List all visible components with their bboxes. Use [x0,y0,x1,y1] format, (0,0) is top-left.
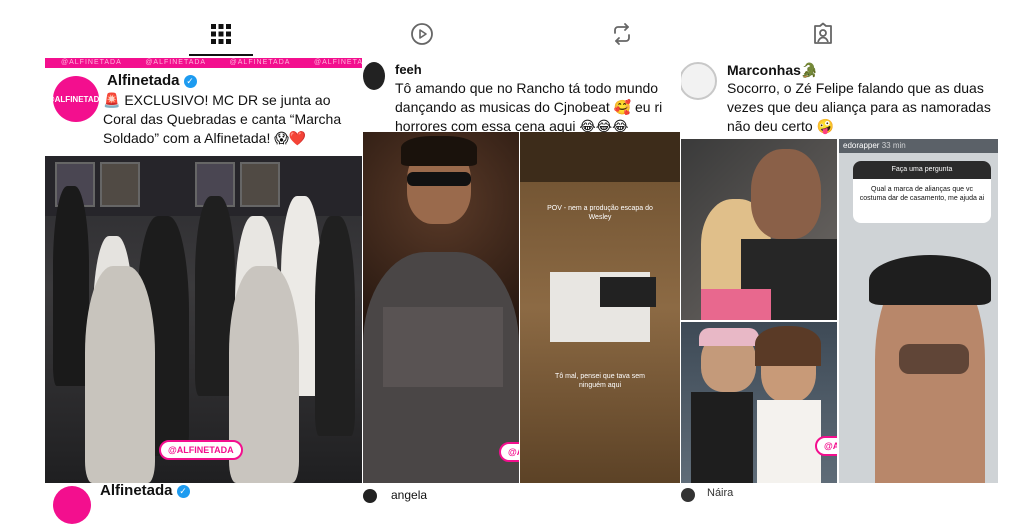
avatar [363,62,385,90]
tab-tagged[interactable] [803,14,843,54]
post-photo-right: POV - nem a produção escapa do Wesley Tô… [520,132,680,483]
post-tile[interactable]: @ALFINETADA @ALFINETADA @ALFINETADA @ALF… [45,58,362,483]
tagged-icon [814,22,832,44]
video-caption-bottom: Tô mal, pensei que tava sem ninguém aqui [555,373,645,389]
play-icon [411,23,433,45]
post-tile[interactable]: Alfinetada ✓ [45,482,362,524]
post-tile[interactable]: Marconhas🐊 Socorro, o Zé Felipe falando … [681,58,998,483]
grid-icon [211,24,231,44]
post-text: Tô amando que no Rancho tá todo mundo da… [395,80,663,134]
post-photo-bottom-left: @ALFINETADA [681,322,837,483]
post-photo-left: @ALFINETADA [363,132,519,483]
avatar [53,486,91,524]
avatar [363,489,377,503]
tab-reels[interactable] [402,14,442,54]
post-tile[interactable]: Náira [681,483,998,502]
post-handle: angela [391,488,428,502]
post-grid: @ALFINETADA @ALFINETADA @ALFINETADA @ALF… [0,58,1024,498]
watermark-badge: @ALFINETADA [159,440,243,460]
video-caption-top: POV - nem a produção escapa do Wesley [547,205,653,221]
post-tile[interactable]: feeh Tô amando que no Rancho tá todo mun… [363,58,680,483]
post-handle: Alfinetada ✓ [107,72,197,89]
post-tile[interactable]: angela [363,483,680,503]
profile-tabs [0,0,1024,58]
avatar: @ALFINETADA [47,76,105,122]
watermark-badge: @ALFINETADA [815,436,837,456]
watermark-strip: @ALFINETADA @ALFINETADA @ALFINETADA @ALF… [45,58,362,68]
avatar [681,488,695,502]
post-handle: Marconhas🐊 [727,62,819,78]
post-handle: feeh [395,62,422,77]
watermark-badge: @ALFINETADA [499,442,519,462]
story-header: edorapper 33 min [839,139,998,153]
repost-icon [614,23,630,45]
verified-badge-icon: ✓ [183,74,197,88]
tab-reposts[interactable] [602,14,642,54]
post-text: 🚨 EXCLUSIVO! MC DR se junta ao Coral das… [103,92,342,146]
post-photo-top-left [681,139,837,320]
post-handle: Alfinetada ✓ [100,482,190,499]
verified-badge-icon: ✓ [176,484,190,498]
post-photo: @ALFINETADA [45,156,362,483]
post-photo-story: edorapper 33 min Faça uma pergunta Qual … [839,139,998,483]
tab-grid[interactable] [201,14,241,54]
avatar [681,62,717,100]
question-sticker: Faça uma pergunta Qual a marca de alianç… [853,161,991,223]
active-tab-indicator [189,54,253,56]
post-handle: Náira [707,487,734,499]
post-text: Socorro, o Zé Felipe falando que as duas… [727,80,991,134]
